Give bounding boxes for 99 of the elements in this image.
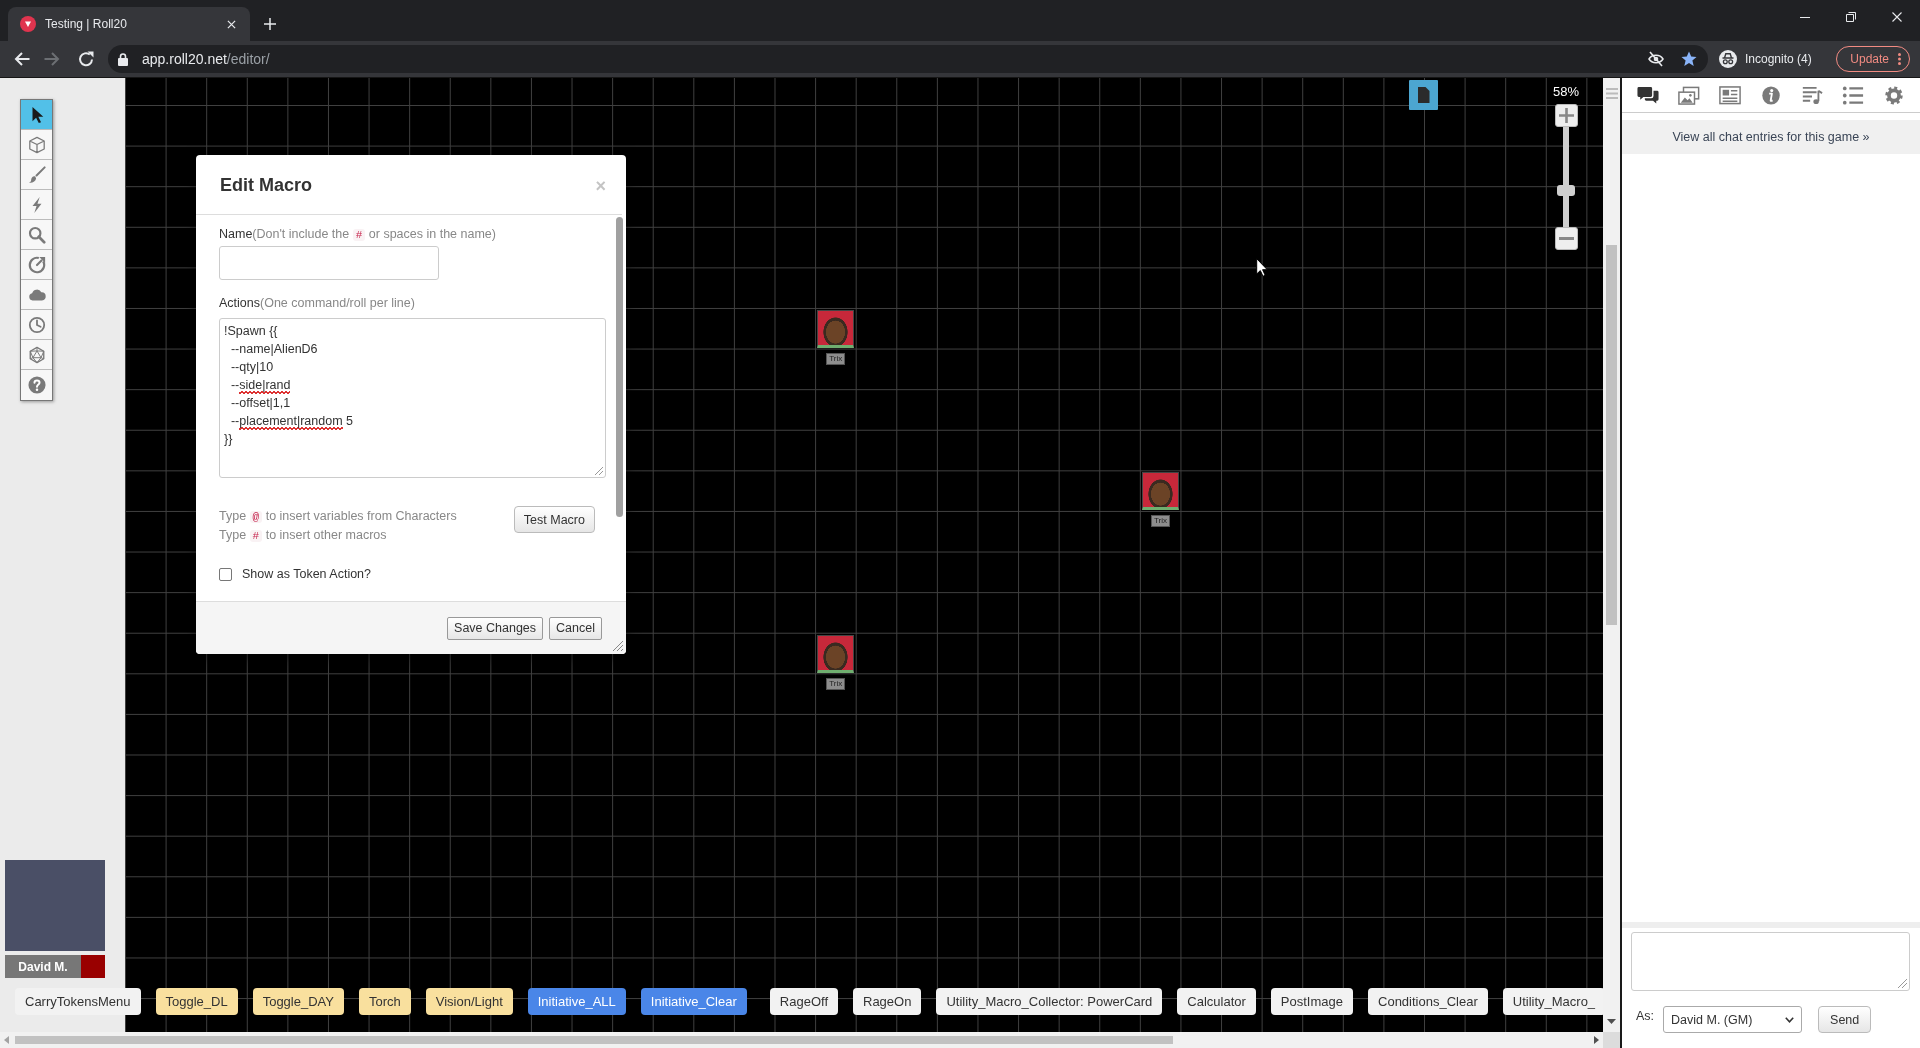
minimize-icon[interactable] [1800,16,1810,18]
settings-icon [1882,85,1905,105]
scrollbar-corner [1603,1032,1620,1048]
profile-label[interactable]: Incognito (4) [1745,52,1812,66]
macro-button[interactable]: Torch [358,988,411,1015]
d20-icon [27,345,46,364]
tool-button[interactable] [21,160,52,190]
plus-icon[interactable] [264,18,276,30]
vertical-scrollbar[interactable] [1603,78,1620,1032]
back-arrow-icon[interactable] [14,51,30,67]
lock-icon [118,52,128,66]
info-icon [1759,85,1782,105]
hint-text: Type @ to insert variables from Characters [219,508,457,525]
reload-icon[interactable] [78,51,94,67]
caret-icon [1785,1016,1795,1023]
scrollbar-thumb[interactable] [15,1036,1173,1044]
chat-history-link[interactable]: View all chat entries for this game » [1672,130,1870,144]
zoom-level: 58% [1553,84,1579,100]
tab-title: Testing | Roll20 [45,17,128,31]
macro-button[interactable]: Toggle_DAY [252,988,344,1015]
macro-actions-field[interactable]: !Spawn {{ --name|AlienD6 --qty|10 --side|rand --offset|1,1 --placement|random 5 }} [219,318,606,478]
dial-icon [27,255,46,274]
photos-icon [1677,85,1700,105]
cursor-icon [1256,258,1268,277]
restore-icon[interactable] [1846,12,1856,22]
scrollbar-thumb[interactable] [616,217,623,517]
brush-icon [27,165,46,184]
url-text: app.roll20.net/editor/ [142,51,270,67]
chat-bubbles-icon [1636,85,1659,105]
tool-button[interactable] [21,370,52,400]
incognito-icon[interactable] [1719,50,1737,68]
help-icon [27,376,46,394]
send-button[interactable]: Send [1818,1006,1872,1033]
zoom-out-button[interactable] [1554,227,1578,250]
document-icon[interactable] [1409,80,1438,110]
macro-button[interactable]: Toggle_DL [155,988,238,1015]
macro-button[interactable]: CarryTokensMenu [15,988,141,1015]
tool-button[interactable] [21,280,52,310]
save-button[interactable]: Save Changes [447,616,544,640]
clock-icon [27,315,46,334]
macro-button[interactable]: Initiative_ALL [527,988,626,1015]
resize-handle-icon[interactable] [595,467,603,475]
forward-arrow-icon[interactable] [44,51,60,67]
token-image[interactable] [817,310,855,348]
macro-button[interactable]: Utility_Macro_ [1502,988,1603,1015]
macro-name-field[interactable] [219,246,439,280]
search-icon [27,225,46,244]
minus-icon [1558,237,1574,240]
music-list-icon [1800,85,1823,105]
scrollbar-thumb[interactable] [1606,245,1617,625]
cube-icon [27,135,46,154]
close-icon[interactable] [227,19,236,29]
test-macro-button[interactable]: Test Macro [513,506,595,533]
chat-input-field[interactable] [1631,932,1910,991]
tool-button[interactable] [21,220,52,250]
macro-button[interactable]: PostImage [1270,988,1353,1015]
macro-button[interactable]: RageOff [769,988,838,1015]
macro-button[interactable]: RageOn [853,988,922,1015]
tool-button[interactable] [21,310,52,340]
star-icon[interactable] [1681,51,1697,67]
down-arrow-icon[interactable] [1607,1019,1616,1024]
checkbox[interactable] [219,567,232,581]
resize-handle-icon[interactable] [1898,979,1907,988]
eye-slash-icon[interactable] [1648,51,1664,67]
as-label: As: [1636,1008,1655,1023]
tool-button[interactable] [21,250,52,280]
browser-tab[interactable]: Testing | Roll20 [8,7,250,41]
hint-text: Type # to insert other macros [219,527,388,544]
token-label: Trix [826,677,846,690]
speaking-as-select[interactable]: David M. (GM) [1663,1006,1803,1033]
player-name: David M. [5,955,81,978]
dialog-title: Edit Macro [220,175,312,196]
horizontal-scrollbar[interactable] [0,1032,1603,1048]
token-image[interactable] [1142,472,1179,511]
list-icon [1841,85,1864,105]
address-bar[interactable]: app.roll20.net/editor/ [108,45,1708,73]
token-label: Trix [826,353,846,365]
plus-icon [1558,108,1574,123]
macro-button[interactable]: Conditions_Clear [1368,988,1488,1015]
slider-thumb[interactable] [1557,184,1575,196]
macro-button[interactable]: Initiative_Clear [640,988,747,1015]
token-label: Trix [1151,515,1170,528]
left-arrow-icon[interactable] [4,1036,9,1044]
macro-button[interactable]: Calculator [1177,988,1256,1015]
cancel-button[interactable]: Cancel [549,616,602,640]
zoom-in-button[interactable] [1554,104,1578,127]
actions-label: Actions(One command/roll per line) [219,295,416,312]
macro-button[interactable]: Vision/Light [425,988,513,1015]
macro-button[interactable]: Utility_Macro_Collector: PowerCard [936,988,1163,1015]
close-icon[interactable] [1892,12,1902,22]
token-image[interactable] [817,634,855,673]
tool-button[interactable] [21,100,52,130]
more-icon [1898,53,1901,65]
newspaper-icon [1718,85,1741,105]
token-action-label[interactable]: Show as Token Action? [242,567,372,581]
name-label: Name(Don't include the # or spaces in the name) [219,226,497,243]
resize-handle-icon[interactable] [613,641,623,651]
right-arrow-icon[interactable] [1594,1036,1599,1044]
favicon-icon [20,16,36,32]
